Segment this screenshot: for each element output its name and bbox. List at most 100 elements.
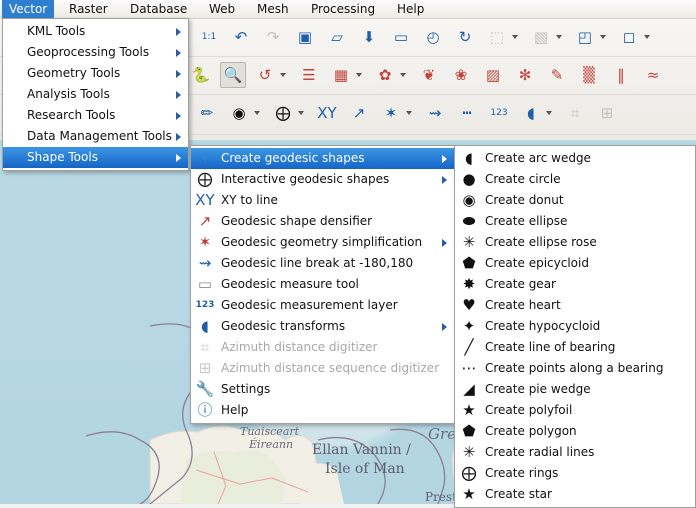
identify-features-icon[interactable]: ◰ — [572, 24, 598, 50]
geodesic-transforms-icon[interactable]: ◖ — [518, 100, 544, 126]
menu-item-create-points-along-a-bearing[interactable]: ⋯ Create points along a bearing — [455, 358, 695, 379]
gradient-warm-icon[interactable]: ≈ — [640, 62, 666, 88]
menu-item-analysis-tools[interactable]: Analysis Tools — [3, 84, 188, 105]
menu-item-create-line-of-bearing[interactable]: ╱ Create line of bearing — [455, 337, 695, 358]
geodesic-simplification-icon[interactable]: ✶ — [378, 100, 404, 126]
menu-item-label: Create star — [485, 487, 552, 501]
menu-item-shape-tools[interactable]: Shape Tools — [3, 147, 188, 168]
menu-item-geodesic-measure-tool[interactable]: ▭ Geodesic measure tool — [191, 274, 454, 295]
raster-style-6-icon[interactable]: ✻ — [512, 62, 538, 88]
chevron-down-icon[interactable] — [298, 111, 304, 115]
menu-item-create-gear[interactable]: ✸ Create gear — [455, 274, 695, 295]
menu-item-create-hypocycloid[interactable]: ✦ Create hypocycloid — [455, 316, 695, 337]
menu-item-label: Geodesic line break at -180,180 — [221, 256, 414, 270]
menu-item-create-donut[interactable]: ◉ Create donut — [455, 190, 695, 211]
layout-manager-icon[interactable]: ▭ — [388, 24, 414, 50]
menu-item-create-star[interactable]: ★ Create star — [455, 484, 695, 505]
create-rings-icon[interactable]: ⨁ — [270, 100, 296, 126]
menu-item-create-geodesic-shapes[interactable]: ✦ Create geodesic shapes — [191, 148, 454, 169]
menubar-item-vector[interactable]: Vector — [2, 0, 55, 18]
create-geodesic-shapes-menu[interactable]: ◖ Create arc wedge ● Create circle ◉ Create d… — [454, 145, 696, 508]
menu-item-geometry-tools[interactable]: Geometry Tools — [3, 63, 188, 84]
menu-item-label: Create ellipse rose — [485, 235, 597, 249]
gradient-red-icon[interactable]: ▒ — [576, 62, 602, 88]
menubar-item-mesh[interactable]: Mesh — [250, 0, 296, 18]
chevron-down-icon[interactable] — [400, 73, 406, 77]
menu-item-create-polyfoil[interactable]: ★ Create polyfoil — [455, 400, 695, 421]
menubar-item-web[interactable]: Web — [202, 0, 242, 18]
chevron-down-icon[interactable] — [644, 35, 650, 39]
menu-item-create-circle[interactable]: ● Create circle — [455, 169, 695, 190]
menu-item-research-tools[interactable]: Research Tools — [3, 105, 188, 126]
chevron-down-icon[interactable] — [512, 35, 518, 39]
python-console-icon[interactable]: 🐍 — [188, 62, 214, 88]
menubar-item-raster[interactable]: Raster — [62, 0, 115, 18]
azimuth-distance-sequence-digitizer-icon: ⊞ — [198, 359, 212, 377]
shape-tools-menu[interactable]: ✦ Create geodesic shapes ⨁ Interactive geod… — [190, 145, 455, 424]
ellipse-icon: ⬬ — [462, 212, 476, 230]
menu-item-create-pie-wedge[interactable]: ◢ Create pie wedge — [455, 379, 695, 400]
raster-style-4-icon[interactable]: ❀ — [448, 62, 474, 88]
geodesic-measurement-layer-icon[interactable]: 123 — [486, 100, 512, 126]
raster-style-1-icon[interactable]: ▦ — [328, 62, 354, 88]
toggle-editing-icon[interactable]: 🔍 — [220, 62, 246, 88]
menu-item-kml-tools[interactable]: KML Tools — [3, 21, 188, 42]
menu-item-create-epicycloid[interactable]: ⬟ Create epicycloid — [455, 253, 695, 274]
menu-item-label: Create points along a bearing — [485, 361, 664, 375]
measure-icon[interactable]: ◻ — [616, 24, 642, 50]
menu-item-geodesic-geometry-simplification[interactable]: ✶ Geodesic geometry simplification — [191, 232, 454, 253]
zoom-last-icon[interactable]: ↶ — [228, 24, 254, 50]
menu-item-create-polygon[interactable]: ⬟ Create polygon — [455, 421, 695, 442]
undo-icon[interactable]: ↺ — [252, 62, 278, 88]
menu-item-geodesic-transforms[interactable]: ◖ Geodesic transforms — [191, 316, 454, 337]
menu-item-geodesic-shape-densifier[interactable]: ↗ Geodesic shape densifier — [191, 211, 454, 232]
new-map-view-icon[interactable]: ▣ — [292, 24, 318, 50]
chevron-down-icon[interactable] — [406, 111, 412, 115]
pencil-icon[interactable]: ✏ — [194, 100, 220, 126]
gear-icon: ✸ — [462, 275, 476, 293]
menu-item-create-arc-wedge[interactable]: ◖ Create arc wedge — [455, 148, 695, 169]
raster-style-7-icon[interactable]: ✎ — [544, 62, 570, 88]
new-3d-map-view-icon[interactable]: ▱ — [324, 24, 350, 50]
menu-item-create-ellipse[interactable]: ⬬ Create ellipse — [455, 211, 695, 232]
menu-item-geodesic-line-break-at-180-180[interactable]: ⇝ Geodesic line break at -180,180 — [191, 253, 454, 274]
menu-item-help[interactable]: ⓘ Help — [191, 400, 454, 421]
menu-item-xy-to-line[interactable]: XY XY to line — [191, 190, 454, 211]
chevron-down-icon[interactable] — [280, 73, 286, 77]
menu-item-interactive-geodesic-shapes[interactable]: ⨁ Interactive geodesic shapes — [191, 169, 454, 190]
menubar-item-processing[interactable]: Processing — [304, 0, 382, 18]
raster-style-2-icon[interactable]: ✿ — [372, 62, 398, 88]
new-print-layout-icon[interactable]: ⬇ — [356, 24, 382, 50]
menu-item-geoprocessing-tools[interactable]: Geoprocessing Tools — [3, 42, 188, 63]
attribute-table-icon[interactable]: ☰ — [296, 62, 322, 88]
chevron-down-icon[interactable] — [254, 111, 260, 115]
gradient-bars-icon[interactable]: ‖ — [608, 62, 634, 88]
geodesic-line-break-icon[interactable]: ⇝ — [422, 100, 448, 126]
chevron-down-icon[interactable] — [600, 35, 606, 39]
geodesic-measure-tool-icon[interactable]: ┅ — [454, 100, 480, 126]
create-donut-icon[interactable]: ◉ — [226, 100, 252, 126]
raster-style-5-icon[interactable]: ▨ — [480, 62, 506, 88]
menu-item-data-management-tools[interactable]: Data Management Tools — [3, 126, 188, 147]
donut-icon: ◉ — [462, 191, 476, 209]
menu-item-create-ellipse-rose[interactable]: ✳ Create ellipse rose — [455, 232, 695, 253]
refresh-icon[interactable]: ↻ — [452, 24, 478, 50]
raster-style-3-icon[interactable]: ❦ — [416, 62, 442, 88]
chevron-down-icon[interactable] — [356, 73, 362, 77]
menu-item-create-rings[interactable]: ⨁ Create rings — [455, 463, 695, 484]
menu-item-create-heart[interactable]: ♥ Create heart — [455, 295, 695, 316]
menubar-item-database[interactable]: Database — [123, 0, 194, 18]
menu-item-label: Geodesic measure tool — [221, 277, 359, 291]
points-along-bearing-icon: ⋯ — [461, 359, 477, 377]
chevron-down-icon[interactable] — [546, 111, 552, 115]
menu-item-settings[interactable]: 🔧 Settings — [191, 379, 454, 400]
xy-to-line-icon[interactable]: XY — [314, 100, 340, 126]
geodesic-densifier-icon[interactable]: ↗ — [346, 100, 372, 126]
temporal-controller-icon[interactable]: ◴ — [420, 24, 446, 50]
menubar-item-help[interactable]: Help — [390, 0, 431, 18]
zoom-native-resolution-icon[interactable]: 1:1 — [196, 24, 222, 50]
menu-item-geodesic-measurement-layer[interactable]: 123 Geodesic measurement layer — [191, 295, 454, 316]
vector-menu[interactable]: KML Tools Geoprocessing Tools Geometry Too… — [2, 18, 189, 171]
menu-item-create-radial-lines[interactable]: ✳ Create radial lines — [455, 442, 695, 463]
chevron-down-icon[interactable] — [556, 35, 562, 39]
